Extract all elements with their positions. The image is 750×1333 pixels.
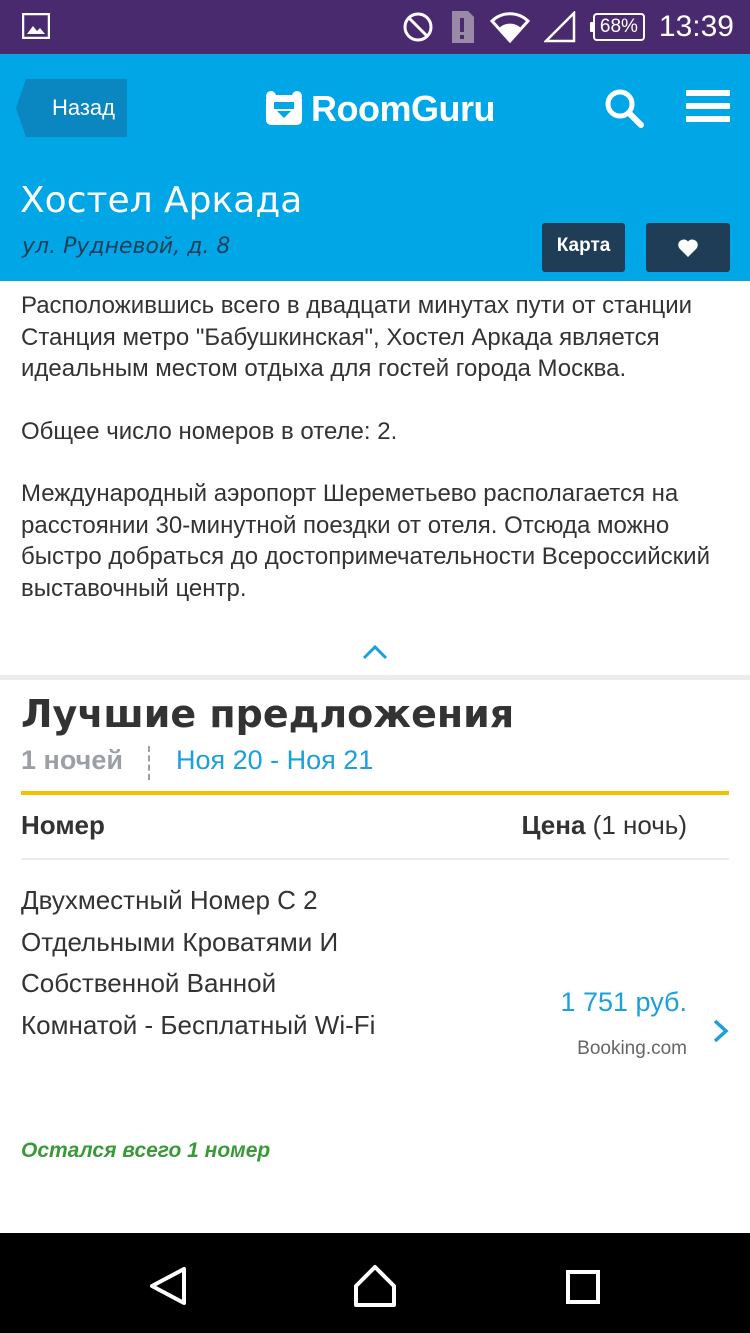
price-header-label: Цена — [521, 810, 586, 840]
image-icon — [22, 13, 50, 39]
column-header-price: Цена (1 ночь) — [522, 810, 688, 841]
bear-logo-icon — [266, 91, 302, 125]
search-icon[interactable] — [604, 88, 644, 128]
favorite-button[interactable] — [646, 223, 730, 272]
date-separator — [148, 746, 150, 780]
availability-note: Остался всего 1 номер — [21, 1139, 271, 1162]
map-button[interactable]: Карта — [542, 223, 625, 272]
nights-count[interactable]: 1 ночей — [21, 745, 123, 776]
alert-icon — [451, 11, 474, 43]
back-button[interactable]: Назад — [16, 79, 127, 137]
battery-level: 68% — [592, 13, 645, 41]
nav-home-icon[interactable] — [352, 1263, 398, 1309]
description-paragraph: Общее число номеров в отеле: 2. — [21, 417, 398, 445]
heart-icon — [678, 238, 698, 257]
price-header-suffix: (1 ночь) — [585, 810, 687, 840]
do-not-disturb-icon — [403, 12, 433, 42]
chevron-right-icon — [713, 1019, 729, 1043]
offers-divider — [21, 791, 729, 795]
signal-icon — [543, 11, 576, 43]
logo-text: RoomGuru — [311, 88, 495, 129]
section-divider — [0, 675, 750, 680]
status-bar: 68% 13:39 — [0, 0, 750, 54]
back-button-label: Назад — [51, 95, 116, 120]
wifi-icon — [489, 12, 530, 43]
system-nav-bar — [0, 1233, 750, 1333]
description-paragraph: Международный аэропорт Шереметьево распо… — [21, 480, 710, 602]
chevron-up-icon[interactable] — [361, 644, 389, 660]
nav-recent-apps-icon[interactable] — [566, 1270, 600, 1304]
hotel-address: ул. Рудневой, д. 8 — [22, 234, 231, 259]
hotel-name: Хостел Аркада — [20, 180, 303, 221]
booking-provider: Booking.com — [577, 1038, 687, 1059]
column-header-room: Номер — [21, 810, 105, 840]
menu-icon[interactable] — [686, 90, 730, 126]
hotel-description: Расположившись всего в двадцати минутах … — [21, 290, 733, 635]
description-paragraph: Расположившись всего в двадцати минутах … — [21, 292, 693, 382]
app-header: Назад RoomGuru Хостел Аркада ул. Руднево… — [0, 54, 750, 281]
room-name: Двухместный Номер С 2 Отдельными Кроватя… — [21, 885, 376, 1040]
roomguru-logo: RoomGuru — [265, 84, 495, 134]
room-price: 1 751 руб. — [560, 987, 687, 1017]
battery-icon: 68% — [589, 13, 645, 41]
nav-back-icon[interactable] — [148, 1266, 188, 1306]
date-range[interactable]: Ноя 20 - Ноя 21 — [176, 745, 373, 776]
clock: 13:39 — [658, 10, 734, 43]
best-offers-title: Лучшие предложения — [21, 692, 515, 736]
room-offer-row[interactable]: Двухместный Номер С 2 Отдельными Кроватя… — [0, 860, 750, 1190]
